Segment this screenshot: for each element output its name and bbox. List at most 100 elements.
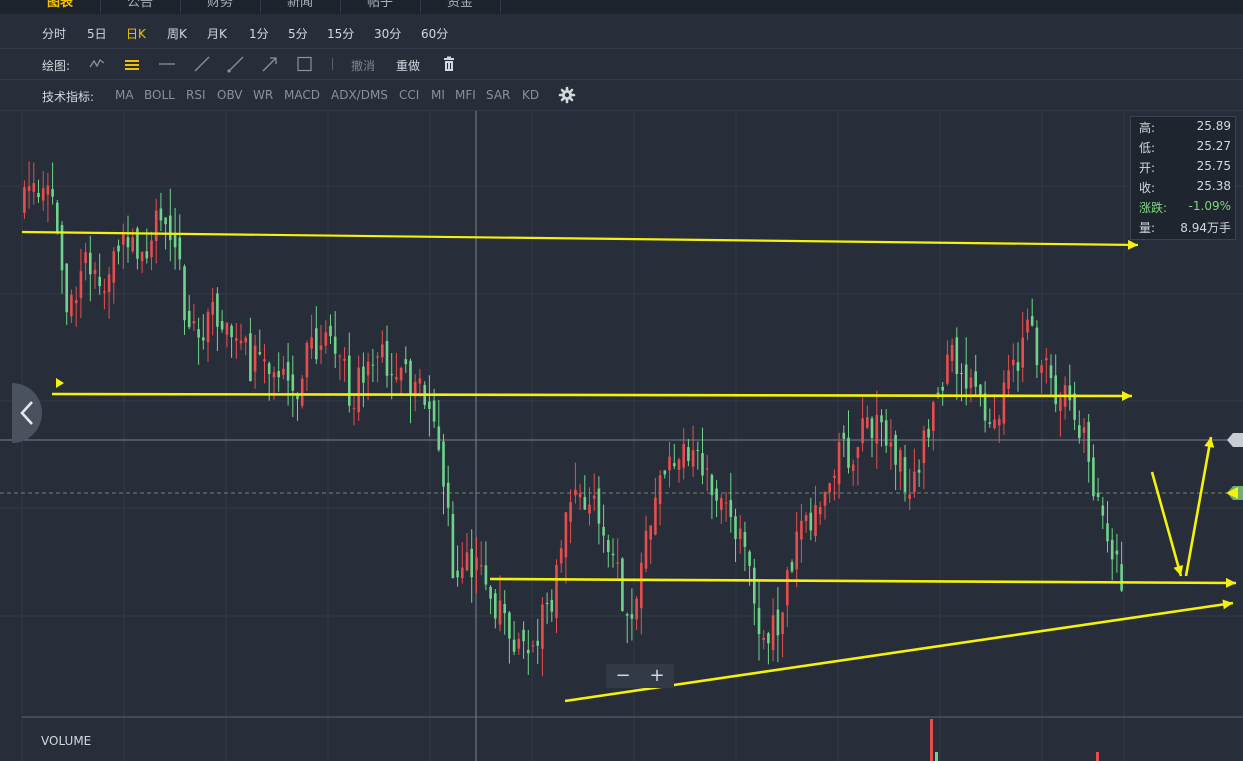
- candle-body: [164, 217, 167, 225]
- candle-body: [804, 515, 808, 522]
- candle-body: [757, 607, 761, 635]
- candle-body: [1068, 385, 1072, 401]
- candle-body: [296, 395, 299, 400]
- indicator-kd[interactable]: KD: [522, 88, 539, 102]
- candle-body: [851, 464, 855, 471]
- undo-button[interactable]: 撤消: [351, 57, 375, 74]
- indicator-cci[interactable]: CCI: [399, 88, 419, 102]
- candle-body: [112, 251, 116, 283]
- candle-body: [267, 363, 271, 374]
- period-15min[interactable]: 15分: [327, 25, 354, 42]
- tab-news[interactable]: 新闻: [260, 0, 341, 13]
- candle-body: [357, 367, 360, 413]
- period-monthly-k[interactable]: 月K: [207, 25, 227, 42]
- zoom-controls: − +: [606, 664, 674, 688]
- indicator-mfi[interactable]: MFI: [455, 88, 476, 102]
- indicator-ma[interactable]: MA: [115, 88, 134, 102]
- candle-body: [880, 415, 883, 423]
- candle-body: [527, 649, 530, 654]
- candle-body: [41, 188, 45, 201]
- candle-body: [343, 358, 346, 361]
- period-intraday[interactable]: 分时: [42, 25, 66, 42]
- period-5day[interactable]: 5日: [87, 25, 107, 42]
- candle-body: [23, 187, 26, 213]
- tab-chart[interactable]: 图表: [20, 0, 101, 13]
- zoom-out-button[interactable]: −: [606, 664, 640, 688]
- line-segment-tool-icon[interactable]: [192, 54, 212, 74]
- period-30min[interactable]: 30分: [374, 25, 401, 42]
- indicator-mi[interactable]: MI: [431, 88, 445, 102]
- candle-body: [889, 442, 893, 447]
- indicator-bar: 技术指标: MA BOLL RSI OBV WR MACD ADX/DMS CC…: [0, 80, 1243, 111]
- indicator-adx-dms[interactable]: ADX/DMS: [331, 88, 388, 102]
- candle-body: [583, 497, 587, 510]
- candle-body: [244, 337, 247, 343]
- gear-icon[interactable]: [557, 85, 577, 105]
- candle-body: [489, 586, 492, 599]
- candle-body: [390, 374, 393, 376]
- tab-capital[interactable]: 资金: [420, 0, 501, 13]
- indicator-wr[interactable]: WR: [253, 88, 273, 102]
- candle-body: [103, 291, 106, 293]
- candle-body: [154, 210, 158, 241]
- candle-body: [743, 532, 747, 547]
- zoom-in-button[interactable]: +: [640, 664, 674, 688]
- candle-body: [630, 614, 634, 619]
- candle-body: [668, 456, 671, 471]
- tab-announcements[interactable]: 公告: [100, 0, 181, 13]
- candle-body: [720, 498, 723, 510]
- rectangle-tool-icon[interactable]: [295, 54, 315, 74]
- period-1min[interactable]: 1分: [249, 25, 269, 42]
- indicator-sar[interactable]: SAR: [486, 88, 510, 102]
- candle-body: [451, 514, 455, 579]
- candle-body: [409, 360, 412, 396]
- indicator-macd[interactable]: MACD: [284, 88, 320, 102]
- candle-body: [225, 322, 229, 335]
- candle-body: [875, 414, 879, 444]
- indicator-rsi[interactable]: RSI: [186, 88, 206, 102]
- candle-body: [955, 337, 959, 374]
- candle-body: [625, 614, 629, 616]
- candle-body: [602, 526, 605, 536]
- candle-body: [37, 193, 40, 198]
- period-5min[interactable]: 5分: [288, 25, 308, 42]
- crosshair-price-tag: [1227, 433, 1243, 447]
- ray-tool-icon[interactable]: [226, 54, 246, 74]
- arrow-tool-icon[interactable]: [260, 54, 280, 74]
- candle-body: [1049, 365, 1053, 379]
- candle-body: [89, 252, 92, 275]
- candle-body: [456, 570, 459, 578]
- candle-body: [173, 233, 177, 248]
- candle-body: [677, 459, 681, 470]
- candle-body: [734, 516, 737, 539]
- period-daily-k[interactable]: 日K: [126, 25, 146, 42]
- redo-button[interactable]: 重做: [396, 57, 420, 74]
- candle-body: [691, 450, 695, 467]
- candle-body: [178, 237, 182, 260]
- horizontal-line-tool-icon[interactable]: [157, 54, 177, 74]
- candle-body: [753, 567, 756, 604]
- candle-body: [362, 366, 365, 383]
- candle-body: [531, 645, 535, 647]
- info-close: 收: 25.38: [1139, 179, 1231, 195]
- indicator-obv[interactable]: OBV: [217, 88, 243, 102]
- candle-body: [51, 189, 54, 197]
- polyline-tool-icon[interactable]: [87, 54, 107, 74]
- period-60min[interactable]: 60分: [421, 25, 448, 42]
- candle-body: [291, 374, 295, 391]
- indicator-boll[interactable]: BOLL: [144, 88, 175, 102]
- tab-posts[interactable]: 帖子: [340, 0, 421, 13]
- trash-icon[interactable]: [439, 54, 459, 74]
- candle-body: [98, 276, 101, 286]
- indicators-label: 技术指标:: [42, 90, 95, 104]
- candle-body: [371, 364, 375, 366]
- candle-body: [197, 329, 200, 338]
- candle-body: [607, 540, 610, 552]
- tab-financials[interactable]: 财务: [180, 0, 261, 13]
- parallel-lines-tool-icon[interactable]: [122, 54, 142, 74]
- candle-body: [1012, 359, 1015, 366]
- candle-body: [140, 251, 144, 262]
- period-weekly-k[interactable]: 周K: [167, 25, 187, 42]
- candle-body: [1082, 427, 1086, 433]
- candle-body: [319, 345, 323, 350]
